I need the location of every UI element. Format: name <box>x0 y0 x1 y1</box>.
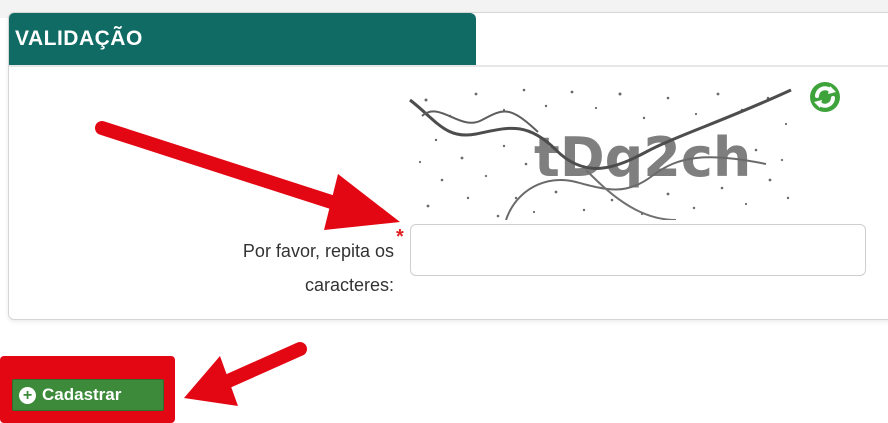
cadastrar-label: Cadastrar <box>42 385 122 404</box>
arrow-to-button <box>184 342 307 406</box>
page: VALIDAÇÃO tDq2ch Por favor, repita os ca… <box>0 0 888 423</box>
captcha-image: tDq2ch <box>406 80 801 220</box>
required-asterisk: * <box>396 226 404 248</box>
captcha-input[interactable] <box>410 224 866 276</box>
panel-header: VALIDAÇÃO <box>9 13 476 65</box>
panel-title: VALIDAÇÃO <box>15 27 143 50</box>
header-divider <box>9 65 888 67</box>
plus-circle-icon: + <box>19 386 36 404</box>
cadastrar-button[interactable]: + Cadastrar <box>12 379 164 411</box>
refresh-icon[interactable] <box>808 80 842 114</box>
captcha-label: Por favor, repita os caracteres: <box>242 241 394 295</box>
